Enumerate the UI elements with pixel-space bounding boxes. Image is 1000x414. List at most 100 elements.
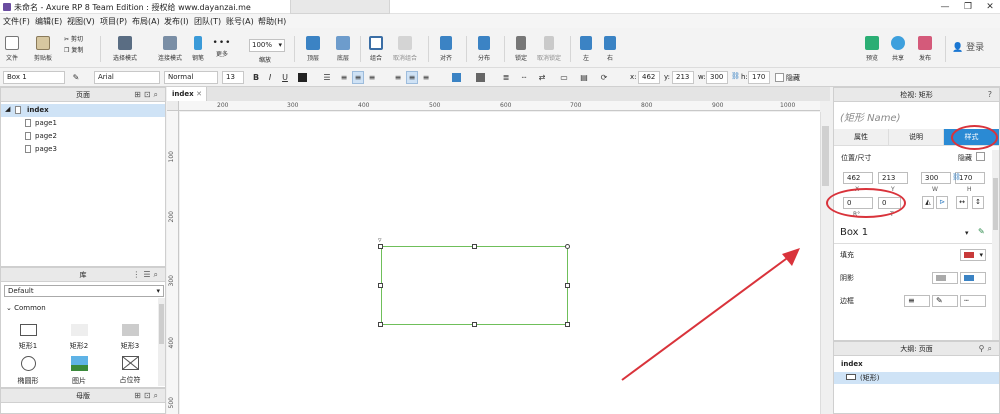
w-input[interactable]: 300	[706, 71, 728, 84]
close-window-button[interactable]: ✕	[980, 0, 1000, 14]
tab-properties[interactable]: 属性	[834, 129, 889, 146]
link-ratio-icon[interactable]: ⛓	[952, 173, 961, 181]
maximize-button[interactable]: ❐	[958, 0, 978, 14]
library-group-common[interactable]: ⌄ Common	[6, 304, 46, 312]
edit-style-icon[interactable]: ✎	[978, 227, 985, 236]
x-input[interactable]: 462	[843, 172, 873, 184]
page-item-page3[interactable]: page3	[25, 145, 57, 153]
right-button[interactable]: 右	[600, 28, 620, 62]
menu-layout[interactable]: 布局(A)	[132, 16, 160, 27]
share-button[interactable]: 共享	[886, 28, 910, 62]
zoom-select[interactable]: 100% ▾	[249, 39, 285, 52]
fit-width-icon[interactable]: ↔	[956, 196, 968, 209]
rectangle-widget[interactable]	[381, 246, 568, 325]
paste-button[interactable]: 剪贴板	[30, 28, 56, 62]
line-color-swatch[interactable]	[476, 73, 485, 82]
visibility-icon[interactable]: ▤	[578, 71, 590, 84]
login-button[interactable]: 👤 登录	[952, 40, 984, 53]
library-scrollbar[interactable]	[158, 298, 165, 386]
copy-button[interactable]: ❐ 复制	[64, 45, 83, 54]
align-top-icon[interactable]: ≡	[392, 71, 404, 84]
font-family-select[interactable]: Arial	[94, 71, 160, 84]
background-window-tab[interactable]	[290, 0, 390, 14]
publish-button[interactable]: 发布	[912, 28, 938, 62]
group-button[interactable]: 组合	[364, 28, 388, 62]
tab-index[interactable]: index ✕	[167, 87, 207, 101]
italic-button[interactable]: I	[264, 71, 276, 84]
flip-vertical-icon[interactable]: ◭	[922, 196, 934, 209]
bullet-list-icon[interactable]: ☰	[321, 71, 333, 84]
border-color-picker[interactable]: ✎	[932, 295, 958, 307]
fill-color-picker[interactable]: ▾	[960, 249, 986, 261]
line-width-icon[interactable]: ≣	[500, 71, 512, 84]
resize-handle[interactable]	[472, 322, 477, 327]
pages-panel-actions[interactable]: ⊞⊡⌕	[134, 88, 161, 102]
corner-radius-handle-icon[interactable]: ▿	[378, 236, 382, 244]
menu-view[interactable]: 视图(V)	[67, 16, 95, 27]
page-item-page2[interactable]: page2	[25, 132, 57, 140]
resize-handle[interactable]	[378, 244, 383, 249]
more-button[interactable]: ••• 更多	[210, 28, 234, 58]
library-item-placeholder[interactable]: 占位符	[105, 356, 155, 385]
inspector-actions[interactable]: ?	[988, 88, 995, 102]
outline-actions[interactable]: ⚲⌕	[979, 342, 995, 356]
library-item-box2[interactable]: 矩形2	[54, 324, 104, 351]
hidden-checkbox[interactable]	[976, 152, 985, 161]
outline-root[interactable]: index	[841, 360, 863, 368]
shadow-style-picker[interactable]	[932, 272, 958, 284]
left-button[interactable]: 左	[576, 28, 596, 62]
h-input[interactable]: 170	[748, 71, 770, 84]
underline-button[interactable]: U	[279, 71, 291, 84]
menu-help[interactable]: 帮助(H)	[258, 16, 286, 27]
minimize-button[interactable]: —	[935, 0, 955, 14]
menu-publish[interactable]: 发布(I)	[164, 16, 189, 27]
preview-button[interactable]: 预览	[860, 28, 884, 62]
library-select[interactable]: Default ▾	[4, 285, 164, 297]
library-panel-actions[interactable]: ⋮☰⌕	[132, 268, 161, 282]
align-center-icon[interactable]: ≡	[352, 71, 364, 84]
library-item-ellipse[interactable]: 椭圆形	[3, 356, 53, 386]
flip-horizontal-icon[interactable]: ⊳	[936, 196, 948, 209]
resize-handle[interactable]	[378, 283, 383, 288]
menu-file[interactable]: 文件(F)	[3, 16, 30, 27]
tab-notes[interactable]: 说明	[889, 129, 944, 146]
distribute-button[interactable]: 分布	[472, 28, 496, 62]
font-weight-select[interactable]: Normal	[164, 71, 218, 84]
canvas-scroll-thumb[interactable]	[822, 126, 829, 186]
library-item-box3[interactable]: 矩形3	[105, 324, 155, 351]
pen-button[interactable]: 钢笔	[188, 28, 208, 62]
file-button[interactable]: 文件	[2, 28, 22, 62]
y-input[interactable]: 213	[672, 71, 694, 84]
menu-team[interactable]: 团队(T)	[194, 16, 221, 27]
align-middle-icon[interactable]: ≡	[406, 71, 418, 84]
arrow-style-icon[interactable]: ⇄	[536, 71, 548, 84]
x-input[interactable]: 462	[638, 71, 660, 84]
unlock-button[interactable]: 取消锁定	[534, 28, 564, 62]
border-width-picker[interactable]: ≡	[904, 295, 930, 307]
resize-handle[interactable]	[565, 283, 570, 288]
y-input[interactable]: 213	[878, 172, 908, 184]
border-style-picker[interactable]: ┄	[960, 295, 986, 307]
cut-button[interactable]: ✂ 剪切	[64, 34, 83, 43]
line-style-icon[interactable]: ┄	[518, 71, 530, 84]
resize-handle[interactable]	[378, 322, 383, 327]
align-bottom-icon[interactable]: ≡	[420, 71, 432, 84]
rotate-handle[interactable]	[565, 244, 570, 249]
close-tab-icon[interactable]: ✕	[196, 87, 202, 101]
rotate-icon[interactable]: ⟳	[598, 71, 610, 84]
align-left-icon[interactable]: ≡	[338, 71, 350, 84]
library-item-image[interactable]: 图片	[54, 356, 104, 386]
outline-item-rectangle[interactable]: (矩形)	[834, 372, 999, 384]
bold-button[interactable]: B	[250, 71, 262, 84]
resize-handle[interactable]	[472, 244, 477, 249]
fit-height-icon[interactable]: ↕	[972, 196, 984, 209]
connect-mode-button[interactable]: 连接模式	[150, 28, 190, 62]
send-to-bottom-button[interactable]: 底层	[330, 28, 356, 62]
widget-style-select[interactable]: Box 1	[3, 71, 65, 84]
page-tree-root[interactable]: ◢ index	[1, 104, 165, 117]
shadow-color-picker[interactable]	[960, 272, 986, 284]
menu-project[interactable]: 项目(P)	[100, 16, 127, 27]
resize-handle[interactable]	[565, 322, 570, 327]
lock-button[interactable]: 锁定	[510, 28, 532, 62]
ungroup-button[interactable]: 取消组合	[390, 28, 420, 62]
